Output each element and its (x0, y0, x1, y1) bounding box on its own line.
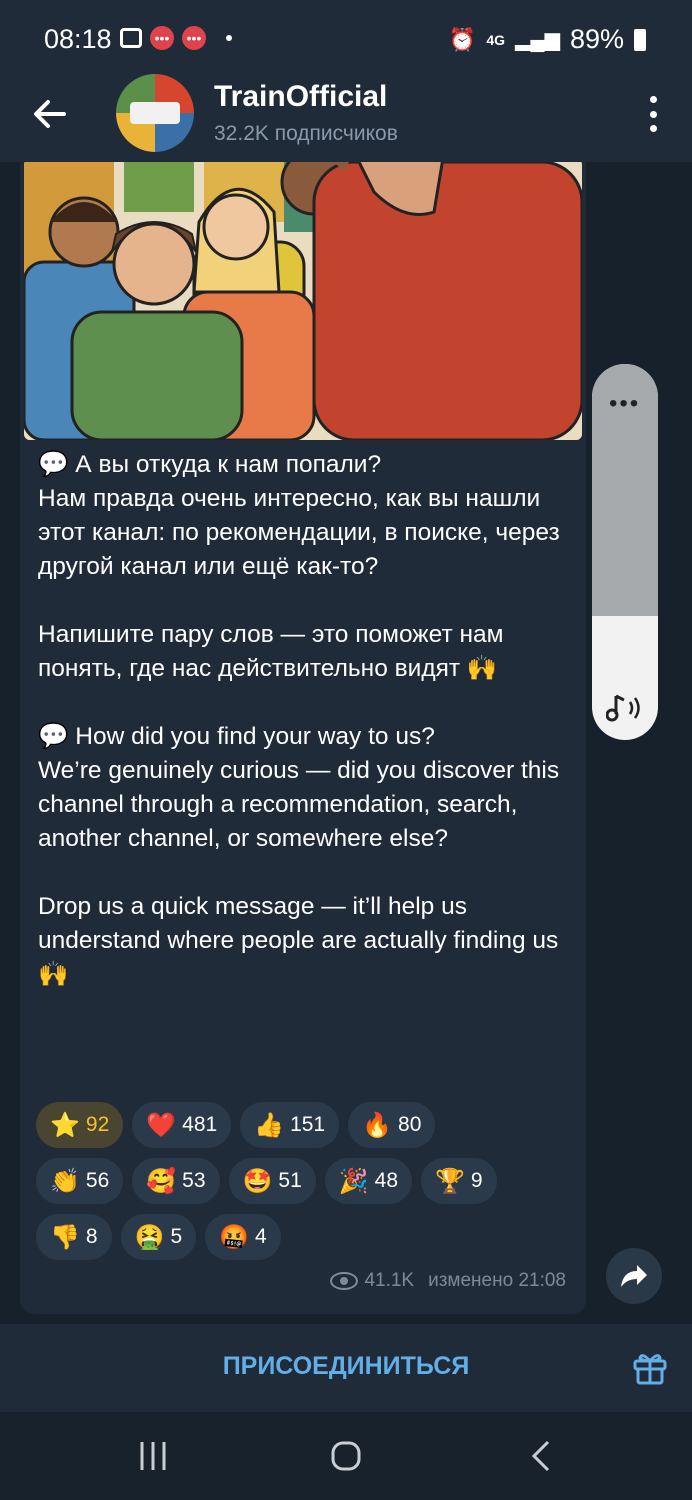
message-notification-icon-2: ••• (182, 26, 206, 50)
message-bubble[interactable]: 💬 А вы откуда к нам попали? Нам правда о… (20, 162, 586, 1314)
edited-time: изменено 21:08 (428, 1270, 566, 1291)
message-paragraph-ru-1: 💬 А вы откуда к нам попали? Нам правда о… (38, 451, 560, 580)
back-nav-icon[interactable] (530, 1440, 552, 1472)
message-notification-icon: ••• (150, 26, 174, 50)
reaction-party[interactable]: 🎉 48 (324, 1158, 412, 1204)
reaction-thumbs-down[interactable]: 👎 8 (36, 1214, 112, 1260)
reactions-row: 👏 56 🥰 53 🤩 51 🎉 48 🏆 9 (36, 1158, 576, 1204)
message-meta: 41.1K изменено 21:08 (330, 1270, 566, 1292)
vomit-emoji: 🤮 (134, 1223, 165, 1251)
reaction-count: 4 (255, 1225, 267, 1248)
more-notifications-icon (226, 35, 232, 41)
party-popper-emoji: 🎉 (338, 1167, 369, 1195)
reaction-vomit[interactable]: 🤮 5 (120, 1214, 197, 1260)
reactions-row: 👎 8 🤮 5 🤬 4 (36, 1214, 576, 1260)
trophy-emoji: 🏆 (435, 1167, 465, 1195)
reaction-trophy[interactable]: 🏆 9 (421, 1158, 497, 1204)
heart-emoji: ❤️ (146, 1111, 177, 1139)
back-arrow-icon[interactable] (30, 94, 70, 134)
reaction-count: 48 (374, 1169, 398, 1192)
reaction-count: 80 (398, 1113, 422, 1136)
reaction-count: 51 (278, 1169, 302, 1192)
love-face-emoji: 🥰 (146, 1167, 177, 1195)
status-time: 08:18 (44, 24, 112, 54)
message-text: 💬 А вы откуда к нам попали? Нам правда о… (38, 448, 568, 1026)
volume-panel[interactable]: ••• (592, 364, 658, 740)
star-emoji: ⭐ (50, 1111, 80, 1139)
thumbs-up-emoji: 👍 (254, 1111, 285, 1139)
gallery-notification-icon (120, 28, 142, 48)
reaction-star[interactable]: ⭐ 92 (36, 1102, 124, 1148)
reaction-count: 92 (85, 1113, 110, 1136)
reactions-row: ⭐ 92 ❤️ 481 👍 151 🔥 80 (36, 1102, 576, 1148)
fire-emoji: 🔥 (362, 1111, 393, 1139)
battery-icon (634, 28, 646, 51)
subscriber-count: 32.2K подписчиков (214, 122, 398, 145)
message-image[interactable] (24, 162, 582, 440)
alarm-icon: ⏰ (448, 26, 477, 52)
reaction-love-face[interactable]: 🥰 53 (132, 1158, 220, 1204)
reaction-heart[interactable]: ❤️ 481 (132, 1102, 232, 1148)
reaction-count: 9 (470, 1169, 483, 1192)
view-count: 41.1K (364, 1270, 415, 1291)
cursing-face-emoji: 🤬 (219, 1223, 250, 1251)
join-bar: ПРИСОЕДИНИТЬСЯ (0, 1324, 692, 1412)
channel-title[interactable]: TrainOfficial (214, 80, 387, 114)
reactions-panel: ⭐ 92 ❤️ 481 👍 151 🔥 80 👏 56 🥰 53 🤩 51 🎉 48 🏆 9 👎 8… (36, 1102, 576, 1270)
status-right: ⏰ 4G ▂▄▆ 89% (449, 24, 646, 55)
battery-level: 89% (569, 24, 624, 54)
reaction-cursing[interactable]: 🤬 4 (205, 1214, 281, 1260)
join-button[interactable]: ПРИСОЕДИНИТЬСЯ (0, 1352, 692, 1381)
share-arrow-icon (621, 1265, 647, 1287)
volume-more-icon[interactable]: ••• (609, 390, 640, 418)
signal-icon: ▂▄▆ (515, 29, 560, 51)
reaction-count: 53 (182, 1169, 206, 1192)
recent-apps-icon[interactable] (138, 1440, 168, 1472)
message-paragraph-en-2: Drop us a quick message — it’ll help us … (38, 893, 559, 988)
reaction-count: 8 (85, 1225, 98, 1248)
thumbs-down-emoji: 👎 (50, 1223, 80, 1251)
media-volume-icon[interactable] (606, 692, 644, 724)
star-eyes-emoji: 🤩 (242, 1167, 273, 1195)
reaction-clap[interactable]: 👏 56 (36, 1158, 124, 1204)
reaction-count: 56 (85, 1169, 110, 1192)
reaction-thumbs-up[interactable]: 👍 151 (240, 1102, 340, 1148)
system-nav-bar (0, 1412, 692, 1500)
channel-avatar[interactable] (116, 74, 194, 152)
share-button[interactable] (606, 1248, 662, 1304)
home-icon[interactable] (330, 1440, 362, 1472)
more-options-icon[interactable] (648, 96, 658, 132)
message-paragraph-en-1: 💬 How did you find your way to us? We’re… (38, 723, 560, 852)
crowd-illustration (24, 162, 582, 440)
message-paragraph-ru-2: Напишите пару слов — это поможет нам пон… (38, 621, 504, 682)
network-type: 4G (486, 31, 506, 48)
reaction-count: 481 (182, 1113, 218, 1136)
status-bar: 08:18 ••• ••• ⏰ 4G ▂▄▆ 89% (0, 0, 692, 80)
reaction-fire[interactable]: 🔥 80 (348, 1102, 436, 1148)
chat-header: TrainOfficial 32.2K подписчиков (0, 74, 692, 162)
reaction-count: 5 (170, 1225, 183, 1248)
reaction-count: 151 (290, 1113, 326, 1136)
clap-emoji: 👏 (50, 1167, 80, 1195)
views-eye-icon (330, 1272, 359, 1290)
chat-area[interactable]: 💬 А вы откуда к нам попали? Нам правда о… (0, 162, 692, 1324)
notification-icons: ••• ••• (120, 26, 232, 50)
gift-icon[interactable] (632, 1350, 668, 1386)
reaction-star-eyes[interactable]: 🤩 51 (228, 1158, 316, 1204)
